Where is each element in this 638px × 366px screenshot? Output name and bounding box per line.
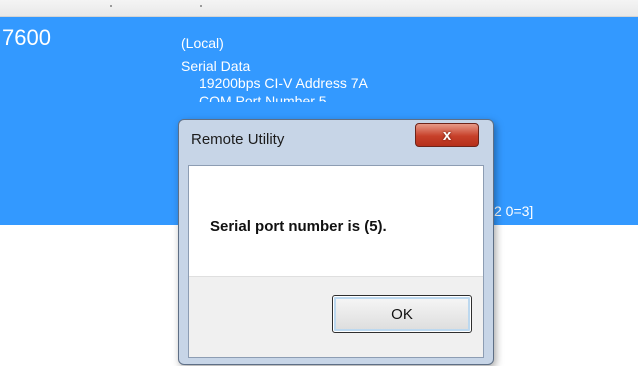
radio-model: 7600 [2,25,51,50]
ok-button[interactable]: OK [332,295,472,333]
header-divider-mark [200,5,202,7]
serial-data-label: Serial Data [181,58,251,74]
app-window: 7600 (Local) Serial Data 19200bps CI-V A… [0,0,638,366]
column-header-strip [0,0,638,17]
dialog-title: Remote Utility [191,131,285,148]
dialog-button-bar: OK [189,276,483,357]
com-port-line: COM Port Number 5 [199,93,327,102]
dialog-message: Serial port number is (5). [210,218,387,235]
remote-utility-dialog: Remote Utility x Serial port number is (… [178,119,494,365]
serial-settings: 19200bps CI-V Address 7A [199,75,368,91]
connection-type: (Local) [181,35,224,51]
row-trailing-text: 2 0=3] [494,203,534,219]
dialog-body: Serial port number is (5). OK [188,165,484,358]
close-icon: x [442,126,452,144]
close-button[interactable]: x [415,123,479,147]
header-divider-mark [110,5,112,7]
radio-details: (Local) Serial Data 19200bps CI-V Addres… [181,35,368,102]
